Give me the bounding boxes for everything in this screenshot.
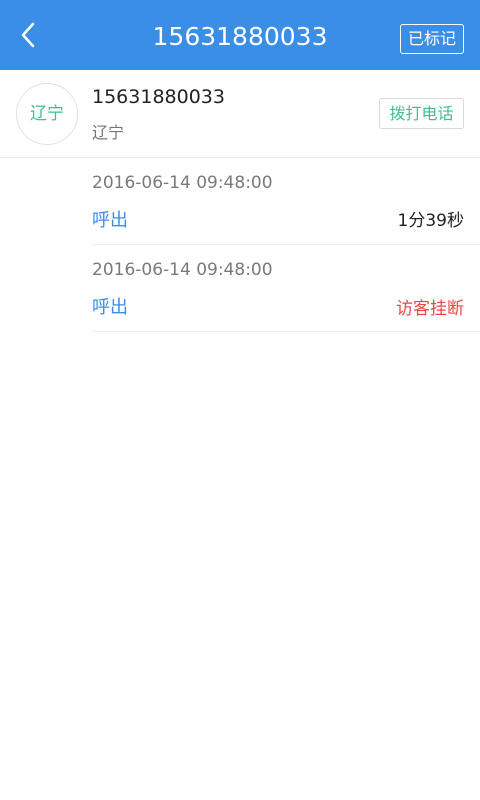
call-record-list: 2016-06-14 09:48:00 呼出 1分39秒 2016-06-14 … [92,158,480,332]
call-type: 呼出 [92,297,128,318]
call-time: 2016-06-14 09:48:00 [92,173,273,193]
back-button[interactable] [8,15,48,55]
marked-button[interactable]: 已标记 [400,24,464,54]
avatar: 辽宁 [16,83,78,145]
chevron-left-icon [21,22,35,48]
contact-region: 辽宁 [92,123,125,142]
call-record[interactable]: 2016-06-14 09:48:00 呼出 1分39秒 [92,158,480,245]
dial-button[interactable]: 拨打电话 [379,98,464,129]
call-status: 访客挂断 [396,299,464,319]
call-time: 2016-06-14 09:48:00 [92,260,273,280]
app-header: 15631880033 已标记 [0,0,480,70]
contact-number: 15631880033 [92,86,225,108]
call-record[interactable]: 2016-06-14 09:48:00 呼出 访客挂断 [92,245,480,332]
page-title: 15631880033 [152,22,328,51]
contact-card: 辽宁 15631880033 辽宁 拨打电话 [0,70,480,158]
call-duration: 1分39秒 [397,211,464,231]
call-type: 呼出 [92,210,128,231]
